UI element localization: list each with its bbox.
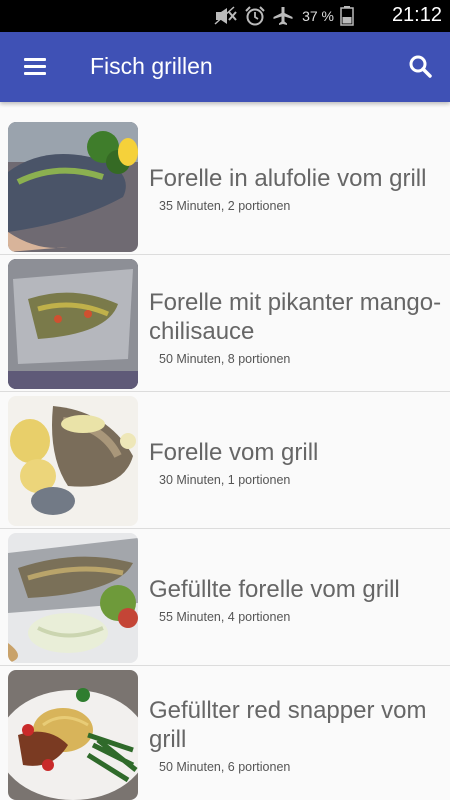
app-bar: Fisch grillen [0,32,450,102]
status-icons: 37 % [214,6,354,26]
list-item[interactable]: Forelle vom grill 30 Minuten, 1 portione… [0,392,450,529]
list-item[interactable]: Gefüllter red snapper vom grill 50 Minut… [0,666,450,800]
recipe-meta: 30 Minuten, 1 portionen [159,473,291,487]
recipe-list: Forelle in alufolie vom grill 35 Minuten… [0,118,450,800]
recipe-meta: 50 Minuten, 8 portionen [159,352,291,366]
recipe-image [8,396,138,526]
list-item[interactable]: Gefüllte forelle vom grill 55 Minuten, 4… [0,529,450,666]
recipe-title: Forelle in alufolie vom grill [149,165,427,192]
status-bar: 37 % 21:12 [0,0,450,32]
recipe-image [8,670,138,800]
list-item[interactable]: Forelle in alufolie vom grill 35 Minuten… [0,118,450,255]
recipe-meta: 55 Minuten, 4 portionen [159,610,291,624]
battery-icon [340,6,354,26]
search-icon [409,55,432,78]
recipe-title: Gefüllte forelle vom grill [149,576,400,603]
recipe-title: Forelle vom grill [149,439,319,466]
mute-icon [214,6,237,25]
alarm-icon [245,6,265,26]
list-item[interactable]: Forelle mit pikanter mango-chilisauce 50… [0,255,450,392]
battery-percent: 37 % [302,8,334,24]
recipe-image [8,122,138,252]
recipe-title: Gefüllter red snapper vom grill [149,697,427,753]
clock: 21:12 [391,4,442,26]
recipe-image [8,533,138,663]
page-title: Fisch grillen [90,53,213,79]
airplane-mode-icon [273,7,293,25]
recipe-title: Forelle mit pikanter mango-chilisauce [149,289,442,345]
search-button[interactable] [404,50,438,84]
recipe-meta: 50 Minuten, 6 portionen [159,760,291,774]
menu-button[interactable] [14,52,56,82]
recipe-image [8,259,138,389]
recipe-meta: 35 Minuten, 2 portionen [159,199,291,213]
